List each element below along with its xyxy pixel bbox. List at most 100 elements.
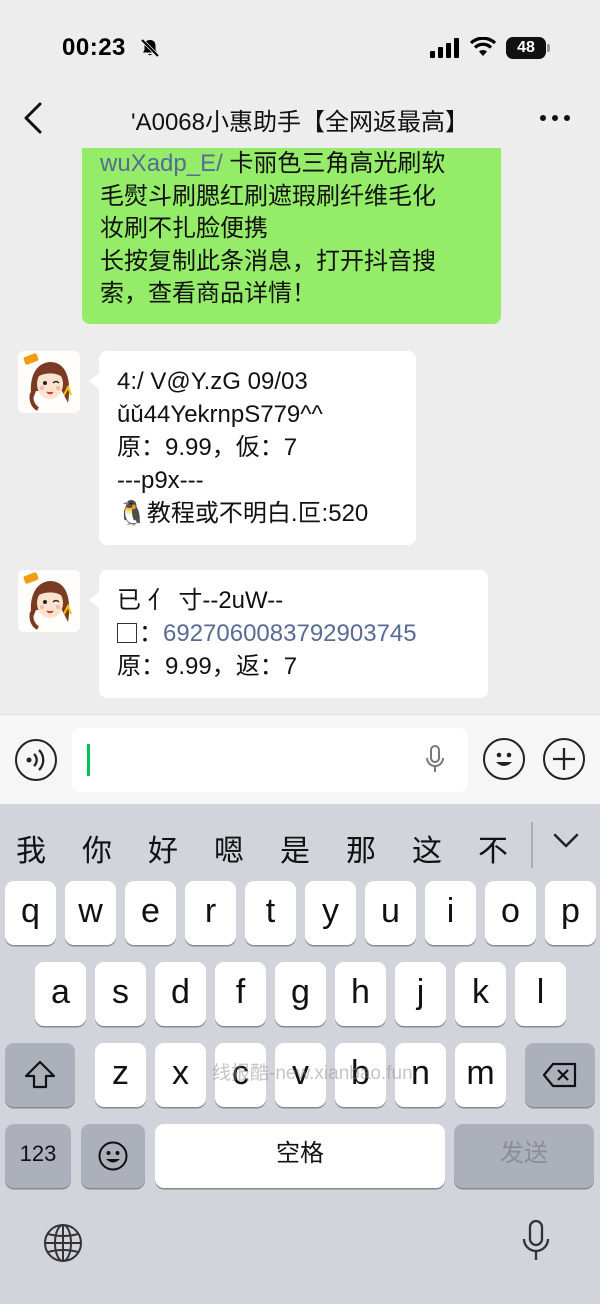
key-r[interactable]: r [185,881,236,945]
battery-indicator: 48 [506,37,546,59]
avatar[interactable] [18,570,80,632]
outgoing-line-4: 长按复制此条消息，打开抖音搜 [100,247,436,275]
key-c[interactable]: c [215,1043,266,1107]
key-w[interactable]: w [65,881,116,945]
key-y[interactable]: y [305,881,356,945]
more-functions-button[interactable] [543,738,585,780]
smiley-icon [496,752,512,766]
message-input[interactable] [72,728,468,792]
avatar[interactable] [18,351,80,413]
key-label: s [112,973,129,1011]
more-icon[interactable] [535,104,575,132]
key-label: 123 [19,1141,57,1166]
outgoing-text-1: 卡丽色三角高光刷软 [222,150,446,177]
girl-avatar-icon [18,570,80,632]
key-label: z [112,1054,129,1092]
candidate-word[interactable]: 这 [407,826,447,870]
candidate-word[interactable]: 你 [77,826,117,870]
incoming-message[interactable]: 4:/ V@Y.zG 09/03 ǔǔ44YekrnpS779^^ 原：9.99… [89,351,416,545]
key-label: g [291,973,310,1011]
key-j[interactable]: j [395,962,446,1026]
status-bar: 00:23 48 [0,0,600,90]
chat-title: 'A0068小惠助手【全网返最高】 [131,109,469,136]
key-m[interactable]: m [455,1043,506,1107]
square-glyph-icon [117,623,137,643]
key-label: v [292,1054,309,1092]
key-label: 发送 [500,1140,548,1167]
key-t[interactable]: t [245,881,296,945]
microphone-icon[interactable] [424,744,446,776]
voice-input-button[interactable] [15,739,57,781]
key-k[interactable]: k [455,962,506,1026]
outgoing-message[interactable]: wuXadp_E/ 卡丽色三角高光刷软 毛熨斗刷腮红刷遮瑕刷纤维毛化 妆刷不扎脸… [82,148,501,324]
chevron-down-icon[interactable] [552,832,580,850]
incoming-2-line-1: 已 亻 寸--2uW-- [117,587,284,614]
emoji-key[interactable] [81,1124,145,1188]
message-list[interactable]: wuXadp_E/ 卡丽色三角高光刷软 毛熨斗刷腮红刷遮瑕刷纤维毛化 妆刷不扎脸… [0,148,600,714]
numbers-key[interactable]: 123 [5,1124,71,1188]
smiley-icon [98,1141,128,1171]
key-z[interactable]: z [95,1043,146,1107]
key-q[interactable]: q [5,881,56,945]
incoming-1-line-5: 🐧教程或不明白.叵:520 [117,497,398,530]
emoji-button[interactable] [483,738,525,780]
incoming-1-line-1: 4:/ V@Y.zG 09/03 [117,368,308,395]
outgoing-link[interactable]: wuXadp_E/ [100,150,223,177]
send-key[interactable]: 发送 [454,1124,594,1188]
key-u[interactable]: u [365,881,416,945]
incoming-1-text-5: 教程或不明白.叵:520 [146,500,369,527]
key-label: 空格 [276,1140,324,1167]
penguin-icon: 🐧 [117,500,147,527]
candidate-word[interactable]: 是 [275,826,315,870]
product-id-link[interactable]: 6927060083792903745 [163,620,417,647]
key-p[interactable]: p [545,881,596,945]
key-g[interactable]: g [275,962,326,1026]
plus-icon [553,748,575,770]
incoming-2-colon: ： [139,620,163,647]
key-label: b [351,1054,370,1092]
signal-icon [430,38,459,58]
candidate-word[interactable]: 我 [11,826,51,870]
space-key[interactable]: 空格 [155,1124,445,1188]
key-label: a [51,973,70,1011]
key-o[interactable]: o [485,881,536,945]
key-i[interactable]: i [425,881,476,945]
key-d[interactable]: d [155,962,206,1026]
candidate-bar: 我 你 好 嗯 是 那 这 不 [0,804,600,882]
key-l[interactable]: l [515,962,566,1026]
incoming-1-line-2: ǔǔ44YekrnpS779^^ [117,401,323,428]
outgoing-line-1: wuXadp_E/ 卡丽色三角高光刷软 [100,148,483,181]
key-v[interactable]: v [275,1043,326,1107]
globe-icon[interactable] [42,1222,84,1264]
key-f[interactable]: f [215,962,266,1026]
candidate-word[interactable]: 嗯 [209,826,249,870]
key-label: q [21,892,40,930]
candidate-divider [531,822,533,868]
key-x[interactable]: x [155,1043,206,1107]
key-b[interactable]: b [335,1043,386,1107]
candidate-word[interactable]: 不 [473,826,513,870]
dictation-microphone-icon[interactable] [520,1218,552,1264]
candidate-word[interactable]: 那 [341,826,381,870]
key-s[interactable]: s [95,962,146,1026]
shift-icon [24,1060,56,1089]
key-n[interactable]: n [395,1043,446,1107]
key-label: k [472,973,489,1011]
key-label: h [351,973,370,1011]
candidate-word[interactable]: 好 [143,826,183,870]
incoming-2-line-2: ：6927060083792903745 [117,617,470,650]
key-e[interactable]: e [125,881,176,945]
key-h[interactable]: h [335,962,386,1026]
shift-key[interactable] [5,1043,75,1107]
incoming-message[interactable]: 已 亻 寸--2uW-- ：6927060083792903745 原：9.99… [89,570,488,698]
key-a[interactable]: a [35,962,86,1026]
key-label: x [172,1054,189,1092]
back-icon[interactable] [20,100,50,136]
key-label: c [232,1054,249,1092]
incoming-1-line-4: ---p9x--- [117,467,204,494]
outgoing-line-2: 毛熨斗刷腮红刷遮瑕刷纤维毛化 [100,182,436,210]
key-label: o [501,892,520,930]
key-label: u [381,892,400,930]
delete-key[interactable] [525,1043,595,1107]
key-label: m [466,1054,495,1092]
